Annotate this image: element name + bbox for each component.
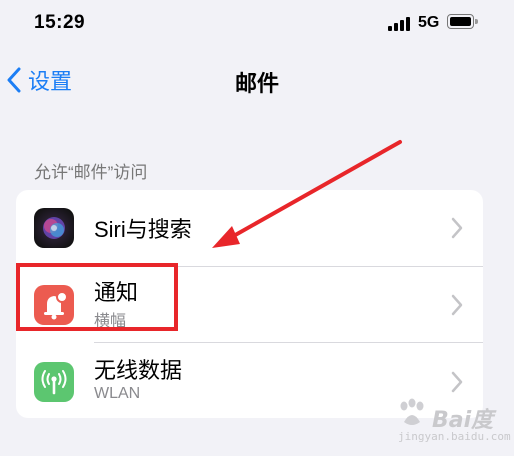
annotation-arrow-icon xyxy=(212,140,402,248)
baidu-watermark: Bai度 jingyan.baidu.com xyxy=(392,396,511,452)
watermark-url: jingyan.baidu.com xyxy=(398,430,511,443)
paw-logo-icon xyxy=(400,398,424,425)
